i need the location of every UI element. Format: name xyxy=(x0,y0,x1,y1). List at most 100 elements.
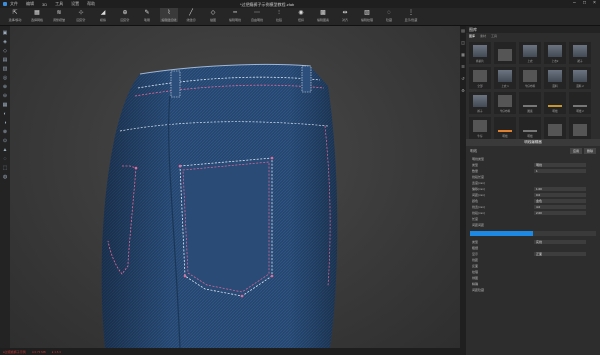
library-item[interactable] xyxy=(544,117,566,139)
tab-tools[interactable]: 工具 xyxy=(491,34,497,38)
library-item[interactable]: 明线 2 xyxy=(569,92,591,114)
property-value[interactable] xyxy=(534,181,586,185)
settings-icon[interactable]: ⚙ xyxy=(461,89,465,93)
left-tool-icon[interactable]: ⬚ xyxy=(2,165,8,171)
left-tool-icon[interactable]: ▲ xyxy=(2,147,8,153)
property-label: 线段(mm) xyxy=(472,211,485,215)
tool-zip[interactable]: ⫶ 拉链 xyxy=(270,8,288,22)
library-item[interactable]: 面料 xyxy=(544,67,566,89)
menu-item-help[interactable]: 帮助 xyxy=(87,1,95,7)
close-icon[interactable]: × xyxy=(593,1,598,6)
left-tool-icon[interactable]: ▥ xyxy=(2,66,8,72)
library-item[interactable]: 明线 xyxy=(519,117,541,139)
library-item[interactable]: 全部 xyxy=(469,67,491,89)
left-tool-icon[interactable]: ▣ xyxy=(2,30,8,36)
selection-bar[interactable] xyxy=(470,231,596,236)
left-tool-icon[interactable]: ◈ xyxy=(2,39,8,45)
left-tool-icon[interactable]: ⊗ xyxy=(2,129,8,135)
left-tool-icon[interactable]: ▦ xyxy=(2,102,8,108)
library-item[interactable] xyxy=(569,117,591,139)
left-tool-icon[interactable]: ◇ xyxy=(2,48,8,54)
tool-hide[interactable]: ◌ 隐藏 xyxy=(380,8,398,22)
library-item[interactable]: 明线 xyxy=(494,117,516,139)
left-tool-icon[interactable]: ◌ xyxy=(2,156,8,162)
library-item[interactable]: 上衣2 xyxy=(544,42,566,64)
tool-fabric[interactable]: ▧ 编辑纹理 xyxy=(358,8,376,22)
left-tool-icon[interactable]: ◑ xyxy=(2,120,8,126)
menu-item-file[interactable]: 文件 xyxy=(10,1,18,7)
left-tool-icon[interactable]: ⊕ xyxy=(2,84,8,90)
tool-fold[interactable]: ≋ 调整褶皱 xyxy=(50,8,68,22)
left-tool-icon[interactable]: ◍ xyxy=(2,174,8,180)
minimize-icon[interactable]: – xyxy=(573,1,578,6)
property-value[interactable] xyxy=(534,157,586,161)
tool-pattern[interactable]: ▩ 编辑图案 xyxy=(314,8,332,22)
tool-move[interactable]: ⇱ 选择/移动 xyxy=(6,8,24,22)
menu-item-edit[interactable]: 编辑 xyxy=(26,1,34,7)
library-item[interactable]: 图案 xyxy=(519,92,541,114)
library-icon[interactable]: ▤ xyxy=(461,29,465,33)
property-value[interactable] xyxy=(534,264,586,268)
tool-more[interactable]: ⋮ 显示/隐藏 xyxy=(402,8,420,22)
tool-button[interactable]: ◉ 纽扣 xyxy=(292,8,310,22)
tool-match[interactable]: ⇹ 对齐 xyxy=(336,8,354,22)
3d-viewport[interactable] xyxy=(10,26,460,348)
menu-item-3d[interactable]: 3D xyxy=(42,2,47,7)
library-item[interactable]: 裙子 xyxy=(569,42,591,64)
property-value[interactable]: 4.0 xyxy=(534,205,586,209)
property-value[interactable] xyxy=(534,282,586,286)
left-tool-icon[interactable]: ◐ xyxy=(2,111,8,117)
property-value[interactable]: 0.0 xyxy=(534,193,586,197)
left-tool-icon[interactable]: ⊖ xyxy=(2,93,8,99)
library-item[interactable]: 牛仔 xyxy=(469,117,491,139)
property-value[interactable]: 实线 xyxy=(534,240,586,244)
library-item[interactable]: 裤子 xyxy=(469,92,491,114)
library-item[interactable]: 上衣 xyxy=(519,42,541,64)
tool-trim[interactable]: ⋯ 自由明线 xyxy=(248,8,266,22)
left-tool-icon[interactable]: ⊙ xyxy=(2,138,8,144)
property-value[interactable]: 明线 xyxy=(534,163,586,167)
tool-pin[interactable]: ⊕ 固定针 xyxy=(116,8,134,22)
menu-item-tools[interactable]: 工具 xyxy=(55,1,63,7)
property-value[interactable]: 1 xyxy=(534,169,586,173)
property-value[interactable] xyxy=(534,223,586,227)
tool-stitch[interactable]: ┅ 编辑明线 xyxy=(226,8,244,22)
library-item[interactable]: 牛仔布料 xyxy=(519,67,541,89)
tool-trace[interactable]: ◇ 描图 xyxy=(204,8,222,22)
maximize-icon[interactable]: □ xyxy=(583,1,588,6)
library-item[interactable]: 面料 2 xyxy=(569,67,591,89)
tool-seam[interactable]: ⌇ 编辑缝纫线 xyxy=(160,8,178,22)
tab-library[interactable]: 图库 xyxy=(469,34,475,38)
left-tool-icon[interactable]: ▤ xyxy=(2,57,8,63)
property-value[interactable] xyxy=(534,175,586,179)
history-icon[interactable]: ↺ xyxy=(461,77,465,81)
library-item[interactable] xyxy=(494,42,516,64)
tool-tack[interactable]: ⊹ 固定针 xyxy=(72,8,90,22)
property-value[interactable]: 2.00 xyxy=(534,211,586,215)
apply-button[interactable]: 应用 xyxy=(569,148,582,154)
property-value[interactable] xyxy=(534,217,586,221)
object-icon[interactable]: ◫ xyxy=(461,41,465,45)
tool-transform[interactable]: ▦ 选择网格 xyxy=(28,8,46,22)
layer-icon[interactable]: ☰ xyxy=(461,65,465,69)
property-value[interactable] xyxy=(534,246,586,250)
property-value[interactable]: 正面 xyxy=(534,252,586,256)
property-value[interactable] xyxy=(534,288,586,292)
tool-line[interactable]: ╱ 线缝纫 xyxy=(182,8,200,22)
tool-brush[interactable]: ✎ 笔刷 xyxy=(138,8,156,22)
delete-button[interactable]: 删除 xyxy=(583,148,596,154)
tab-materials[interactable]: 素材 xyxy=(480,34,486,38)
property-value[interactable]: 金色 xyxy=(534,199,586,203)
library-item[interactable]: 裤前片 xyxy=(469,42,491,64)
library-item[interactable]: 明线 xyxy=(544,92,566,114)
property-value[interactable] xyxy=(534,258,586,262)
property-value[interactable]: 1.00 xyxy=(534,187,586,191)
property-value[interactable] xyxy=(534,270,586,274)
library-item[interactable]: 牛仔布料 xyxy=(494,92,516,114)
fabric-icon[interactable]: ▦ xyxy=(461,53,465,57)
left-tool-icon[interactable]: ◎ xyxy=(2,75,8,81)
tool-drape[interactable]: ◢ 模拟 xyxy=(94,8,112,22)
library-item[interactable]: 上衣 1 xyxy=(494,67,516,89)
menu-item-settings[interactable]: 设置 xyxy=(71,1,79,7)
property-value[interactable] xyxy=(534,276,586,280)
